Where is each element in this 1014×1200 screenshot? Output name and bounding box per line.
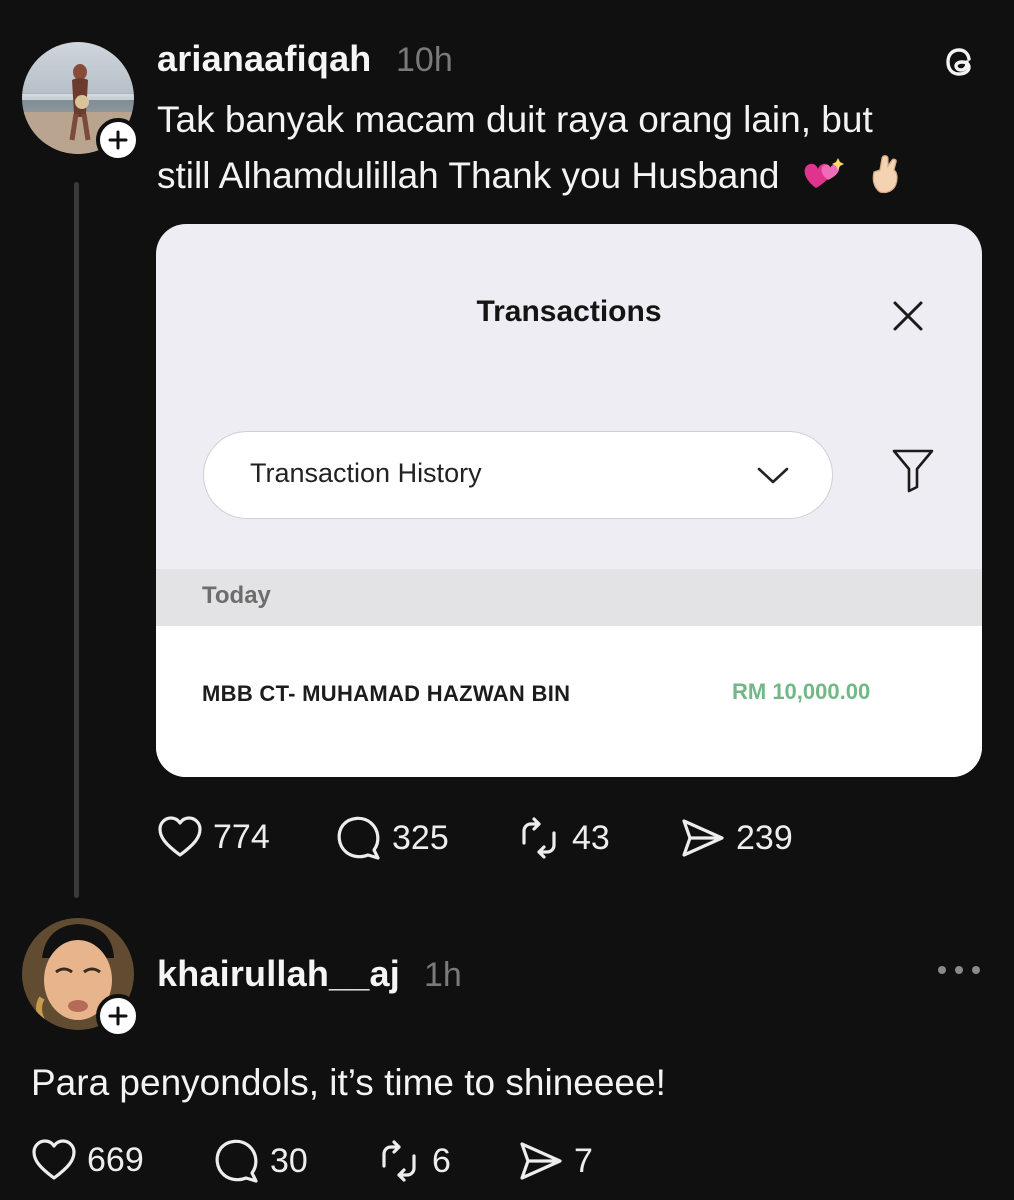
reply-count: 30	[270, 1141, 308, 1180]
repost-button[interactable]: 6	[376, 1138, 451, 1184]
card-inner: Transactions Transaction History Today M…	[156, 224, 982, 777]
thread-connector-line	[74, 182, 79, 898]
repost-icon	[382, 1140, 416, 1182]
post-time: 1h	[424, 956, 462, 994]
threads-feed: arianaafiqah 10h Tak banyak macam duit r…	[0, 0, 1014, 1200]
follow-button[interactable]	[96, 994, 140, 1038]
share-icon	[520, 1142, 562, 1180]
username[interactable]: arianaafiqah	[157, 38, 371, 80]
transaction-screenshot[interactable]: Transactions Transaction History Today M…	[156, 224, 982, 777]
transaction-row: MBB CT- MUHAMAD HAZWAN BIN RM 10,000.00	[156, 626, 982, 777]
share-count: 7	[574, 1141, 593, 1180]
comment-icon	[215, 1139, 258, 1183]
post-text: Para penyondols, it’s time to shineeee!	[31, 1062, 666, 1103]
like-button[interactable]: 774	[157, 815, 270, 859]
follow-button[interactable]	[96, 118, 140, 162]
section-header: Today	[156, 569, 982, 626]
post-text: Tak banyak macam duit raya orang lain, b…	[157, 92, 912, 204]
threads-logo-icon[interactable]	[940, 42, 980, 82]
reply-button[interactable]: 30	[214, 1138, 308, 1184]
comment-icon	[337, 816, 380, 860]
post-text-line-2-text: still Alhamdulillah Thank you Husband	[157, 155, 780, 196]
reply-button[interactable]: 325	[336, 815, 449, 861]
like-button[interactable]: 669	[31, 1138, 144, 1182]
share-count: 239	[736, 818, 793, 857]
transaction-name: MBB CT- MUHAMAD HAZWAN BIN	[202, 681, 571, 706]
like-count: 774	[213, 817, 270, 856]
repost-count: 43	[572, 818, 610, 857]
sparkling-hearts-icon	[804, 158, 844, 188]
plus-icon	[108, 1006, 128, 1026]
plus-icon	[108, 130, 128, 150]
hand-sign-icon	[872, 155, 898, 194]
share-button[interactable]: 7	[518, 1138, 593, 1184]
post-time: 10h	[396, 41, 453, 79]
post-text-line-1: Tak banyak macam duit raya orang lain, b…	[157, 99, 873, 140]
card-list: Today MBB CT- MUHAMAD HAZWAN BIN RM 10,0…	[156, 224, 982, 777]
post-text-line-2: still Alhamdulillah Thank you Husband	[157, 148, 912, 204]
more-icon[interactable]	[936, 962, 982, 978]
like-count: 669	[87, 1140, 144, 1179]
repost-icon	[522, 817, 556, 859]
repost-count: 6	[432, 1141, 451, 1180]
heart-icon	[32, 1139, 76, 1180]
section-label: Today	[202, 582, 271, 609]
share-button[interactable]: 239	[680, 815, 793, 861]
username[interactable]: khairullah__aj	[157, 953, 400, 995]
transaction-amount: RM 10,000.00	[732, 679, 871, 704]
reply-count: 325	[392, 818, 449, 857]
share-icon	[682, 819, 724, 857]
repost-button[interactable]: 43	[516, 815, 610, 861]
heart-icon	[158, 816, 202, 857]
